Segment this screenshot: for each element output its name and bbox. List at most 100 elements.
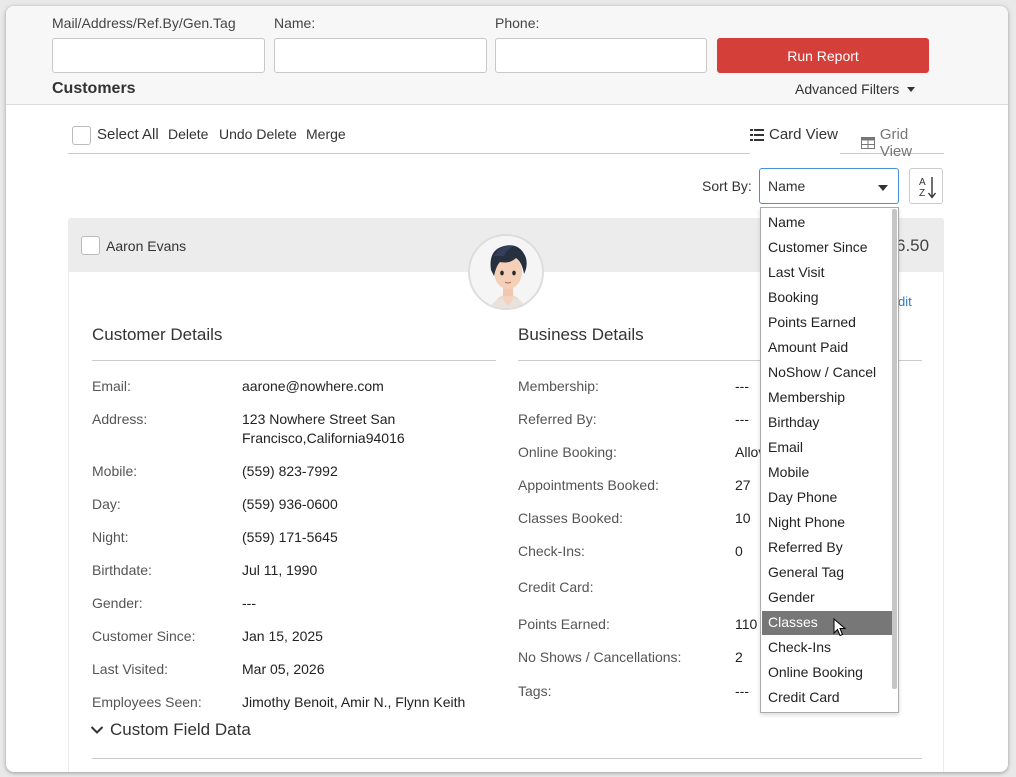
sort-option[interactable]: Night Phone	[762, 511, 892, 535]
detail-label: Referred By:	[518, 411, 597, 427]
detail-label: Classes Booked:	[518, 510, 624, 526]
run-report-label: Run Report	[787, 47, 859, 64]
no-shows-value: 2	[735, 649, 743, 665]
phone-filter-label: Phone:	[495, 15, 540, 31]
name-filter-input[interactable]	[274, 38, 487, 73]
merge-button[interactable]: Merge	[306, 126, 346, 142]
sort-option[interactable]: Mobile	[762, 461, 892, 485]
divider	[92, 758, 922, 759]
detail-label: Email:	[92, 378, 131, 394]
sort-by-label: Sort By:	[702, 178, 752, 194]
filter-bar: Mail/Address/Ref.By/Gen.Tag Name: Phone:…	[6, 6, 1008, 105]
check-ins-value: 0	[735, 543, 743, 559]
address-value: 123 Nowhere Street San	[242, 411, 396, 427]
sort-az-icon: A Z	[919, 177, 937, 199]
detail-label: Online Booking:	[518, 444, 617, 460]
mouse-cursor-icon	[833, 618, 847, 637]
birthdate-value: Jul 11, 1990	[242, 562, 318, 578]
name-filter-label: Name:	[274, 15, 316, 31]
mail-filter-input[interactable]	[52, 38, 265, 73]
detail-label: Birthdate:	[92, 562, 152, 578]
chevron-down-icon	[878, 185, 888, 191]
sort-option[interactable]: Referred By	[762, 536, 892, 560]
day-phone-value: (559) 936-0600	[242, 496, 338, 512]
sort-option[interactable]: Name	[762, 211, 892, 235]
dropdown-scrollbar[interactable]	[892, 209, 897, 689]
avatar	[468, 234, 544, 310]
customer-name: Aaron Evans	[106, 238, 187, 254]
custom-field-data-toggle[interactable]: Custom Field Data	[90, 720, 251, 740]
select-all-checkbox[interactable]	[72, 126, 91, 145]
last-visited-value: Mar 05, 2026	[242, 661, 325, 677]
tags-value: ---	[735, 683, 749, 699]
sort-option[interactable]: Credit Card	[762, 686, 892, 710]
address-value-line2: Francisco,California94016	[242, 430, 405, 446]
sort-by-options-list: Name Customer Since Last Visit Booking P…	[760, 207, 899, 713]
business-details-title: Business Details	[518, 325, 644, 344]
customer-since-value: Jan 15, 2025	[242, 628, 323, 644]
sort-option[interactable]: Points Earned	[762, 311, 892, 335]
night-phone-value: (559) 171-5645	[242, 529, 338, 545]
sort-option[interactable]: Day Phone	[762, 486, 892, 510]
sort-option[interactable]: Last Visit	[762, 261, 892, 285]
detail-label: Appointments Booked:	[518, 477, 659, 493]
run-report-button[interactable]: Run Report	[717, 38, 929, 73]
edit-link[interactable]: dit	[898, 294, 912, 309]
sort-option[interactable]: Amount Paid	[762, 336, 892, 360]
sort-option[interactable]: Membership	[762, 386, 892, 410]
customer-select-checkbox[interactable]	[81, 236, 100, 255]
sort-selected-value: Name	[768, 178, 806, 194]
advanced-filters-toggle[interactable]: Advanced Filters	[795, 81, 916, 97]
sort-option[interactable]: Email	[762, 436, 892, 460]
grid-view-label: Grid View	[879, 126, 913, 160]
sort-option[interactable]: Booking	[762, 286, 892, 310]
tab-grid-view[interactable]: Grid View	[861, 126, 944, 160]
points-earned-value: 110	[735, 616, 758, 632]
delete-button[interactable]: Delete	[168, 126, 208, 142]
detail-label: Points Earned:	[518, 616, 610, 632]
custom-field-data-label: Custom Field Data	[110, 720, 251, 739]
svg-text:A: A	[919, 177, 926, 188]
mobile-value: (559) 823-7992	[242, 463, 338, 479]
amount-paid-value: 6.50	[896, 236, 930, 255]
tab-card-view[interactable]: Card View	[750, 126, 838, 143]
email-value: aarone@nowhere.com	[242, 378, 384, 394]
sort-option[interactable]: Check-Ins	[762, 636, 892, 660]
detail-label: Customer Since:	[92, 628, 196, 644]
detail-label: Tags:	[518, 683, 552, 699]
sort-option[interactable]: General Tag	[762, 561, 892, 585]
sort-direction-button[interactable]: A Z	[909, 168, 943, 204]
detail-label: No Shows / Cancellations:	[518, 649, 682, 665]
phone-filter-input[interactable]	[495, 38, 707, 73]
detail-label: Check-Ins:	[518, 543, 585, 559]
gender-value: ---	[242, 595, 256, 611]
detail-label: Membership:	[518, 378, 599, 394]
grid-icon	[861, 137, 875, 149]
list-toolbar: Select All Delete Undo Delete Merge Card…	[68, 120, 944, 160]
undo-delete-button[interactable]: Undo Delete	[219, 126, 297, 142]
customer-details-title: Customer Details	[92, 325, 223, 344]
detail-label: Last Visited:	[92, 661, 169, 677]
sort-option[interactable]: Customer Since	[762, 236, 892, 260]
referred-by-value: ---	[735, 411, 749, 427]
mail-filter-label: Mail/Address/Ref.By/Gen.Tag	[52, 15, 236, 31]
caret-down-icon	[907, 86, 916, 92]
list-icon	[750, 128, 764, 141]
sort-option[interactable]: Gender	[762, 586, 892, 610]
sort-option-hovered[interactable]: Classes	[762, 611, 892, 635]
sort-by-select[interactable]: Name	[759, 168, 899, 204]
detail-label: Gender:	[92, 595, 143, 611]
detail-label: Mobile:	[92, 463, 138, 479]
sort-option[interactable]: NoShow / Cancel	[762, 361, 892, 385]
advanced-filters-label: Advanced Filters	[795, 81, 900, 97]
app-window: Mail/Address/Ref.By/Gen.Tag Name: Phone:…	[6, 6, 1008, 772]
active-tab-gap	[750, 152, 840, 154]
select-all-label[interactable]: Select All	[97, 126, 159, 143]
sort-option[interactable]: Birthday	[762, 411, 892, 435]
sort-option[interactable]: Online Booking	[762, 661, 892, 685]
detail-label: Address:	[92, 411, 148, 427]
card-view-label: Card View	[769, 126, 838, 143]
detail-label: Day:	[92, 496, 121, 512]
detail-label: Employees Seen:	[92, 694, 202, 710]
employees-seen-value: Jimothy Benoit, Amir N., Flynn Keith	[242, 694, 466, 710]
